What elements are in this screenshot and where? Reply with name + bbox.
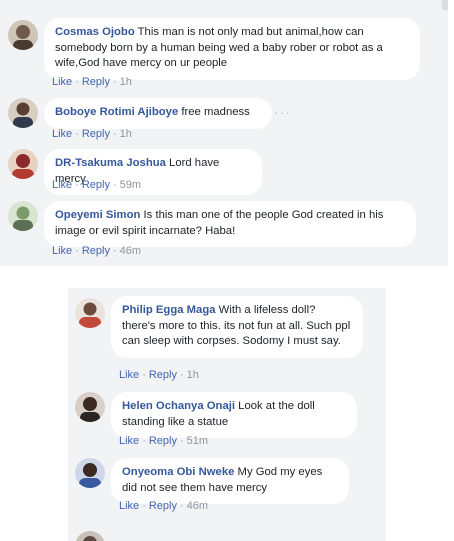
like-button[interactable]: Like xyxy=(52,76,72,88)
avatar[interactable] xyxy=(8,20,38,50)
avatar[interactable] xyxy=(75,392,105,422)
reply-button[interactable]: Reply xyxy=(149,500,177,512)
reply-button[interactable]: Reply xyxy=(82,128,110,140)
comment-timestamp[interactable]: 46m xyxy=(187,500,208,512)
avatar-photo-icon xyxy=(8,98,38,128)
comment-bubble: Opeyemi Simon Is this man one of the peo… xyxy=(44,201,416,247)
separator-dot: · xyxy=(112,245,117,257)
separator-dot: · xyxy=(75,128,79,140)
separator-dot: · xyxy=(142,369,146,381)
reply-button[interactable]: Reply xyxy=(82,179,110,191)
comment-actions: Like · Reply · 1h xyxy=(119,369,199,381)
reply-button[interactable]: Reply xyxy=(82,76,110,88)
avatar-photo-icon xyxy=(75,392,105,422)
separator-dot: · xyxy=(112,179,117,191)
comment-author[interactable]: Philip Egga Maga xyxy=(122,304,216,316)
comment-bubble: Helen Ochanya Onaji Look at the doll sta… xyxy=(111,392,357,438)
like-button[interactable]: Like xyxy=(119,369,139,381)
avatar-photo-icon xyxy=(75,458,105,488)
separator-dot: · xyxy=(112,128,117,140)
separator-dot: · xyxy=(179,369,184,381)
comment-actions: Like · Reply · 59m xyxy=(52,179,141,191)
comment-author[interactable]: Helen Ochanya Onaji xyxy=(122,400,235,412)
separator-dot: · xyxy=(179,435,184,447)
like-button[interactable]: Like xyxy=(119,500,139,512)
avatar-photo-icon xyxy=(75,531,105,541)
like-button[interactable]: Like xyxy=(52,179,72,191)
avatar[interactable] xyxy=(75,458,105,488)
comment-timestamp[interactable]: 59m xyxy=(120,179,141,191)
comment-timestamp[interactable]: 1h xyxy=(120,76,132,88)
avatar[interactable] xyxy=(75,531,105,541)
comment-bubble: Onyeoma Obi Nweke My God my eyes did not… xyxy=(111,458,349,504)
comment-text: free madness xyxy=(181,106,250,118)
avatar-photo-icon xyxy=(8,20,38,50)
comment-actions: Like · Reply · 46m xyxy=(119,500,208,512)
scrollbar[interactable] xyxy=(442,0,448,10)
avatar[interactable] xyxy=(75,298,105,328)
separator-dot: · xyxy=(75,179,79,191)
avatar[interactable] xyxy=(8,149,38,179)
reply-button[interactable]: Reply xyxy=(82,245,110,257)
like-button[interactable]: Like xyxy=(119,435,139,447)
comments-panel-top: Cosmas Ojobo This man is not only mad bu… xyxy=(0,0,448,266)
comment-author[interactable]: Opeyemi Simon xyxy=(55,209,140,221)
comment-timestamp[interactable]: 1h xyxy=(120,128,132,140)
separator-dot: · xyxy=(142,500,146,512)
comment-timestamp[interactable]: 46m xyxy=(120,245,141,257)
comment-timestamp[interactable]: 51m xyxy=(187,435,208,447)
like-button[interactable]: Like xyxy=(52,128,72,140)
avatar-photo-icon xyxy=(8,149,38,179)
comment-author[interactable]: Onyeoma Obi Nweke xyxy=(122,466,234,478)
comment-bubble: Cosmas Ojobo This man is not only mad bu… xyxy=(44,18,420,80)
comment-author[interactable]: DR-Tsakuma Joshua xyxy=(55,157,166,169)
avatar-photo-icon xyxy=(8,201,38,231)
comment-bubble: Boboye Rotimi Ajiboye free madness xyxy=(44,98,272,129)
comment-actions: Like · Reply · 1h xyxy=(52,128,132,140)
reply-button[interactable]: Reply xyxy=(149,435,177,447)
avatar[interactable] xyxy=(8,201,38,231)
comment-author[interactable]: Boboye Rotimi Ajiboye xyxy=(55,106,178,118)
comment-bubble: Philip Egga Maga With a lifeless doll? t… xyxy=(111,296,363,358)
comment-timestamp[interactable]: 1h xyxy=(187,369,199,381)
comment-actions: Like · Reply · 51m xyxy=(119,435,208,447)
comment-actions: Like · Reply · 1h xyxy=(52,76,132,88)
separator-dot: · xyxy=(142,435,146,447)
comments-panel-bottom: Philip Egga Maga With a lifeless doll? t… xyxy=(68,288,386,541)
reply-button[interactable]: Reply xyxy=(149,369,177,381)
comment-actions: Like · Reply · 46m xyxy=(52,245,141,257)
like-button[interactable]: Like xyxy=(52,245,72,257)
avatar[interactable] xyxy=(8,98,38,128)
separator-dot: · xyxy=(75,245,79,257)
separator-dot: · xyxy=(75,76,79,88)
separator-dot: · xyxy=(179,500,184,512)
more-options-icon[interactable]: ··· xyxy=(274,104,291,120)
avatar-photo-icon xyxy=(75,298,105,328)
separator-dot: · xyxy=(112,76,117,88)
comment-author[interactable]: Cosmas Ojobo xyxy=(55,26,135,38)
